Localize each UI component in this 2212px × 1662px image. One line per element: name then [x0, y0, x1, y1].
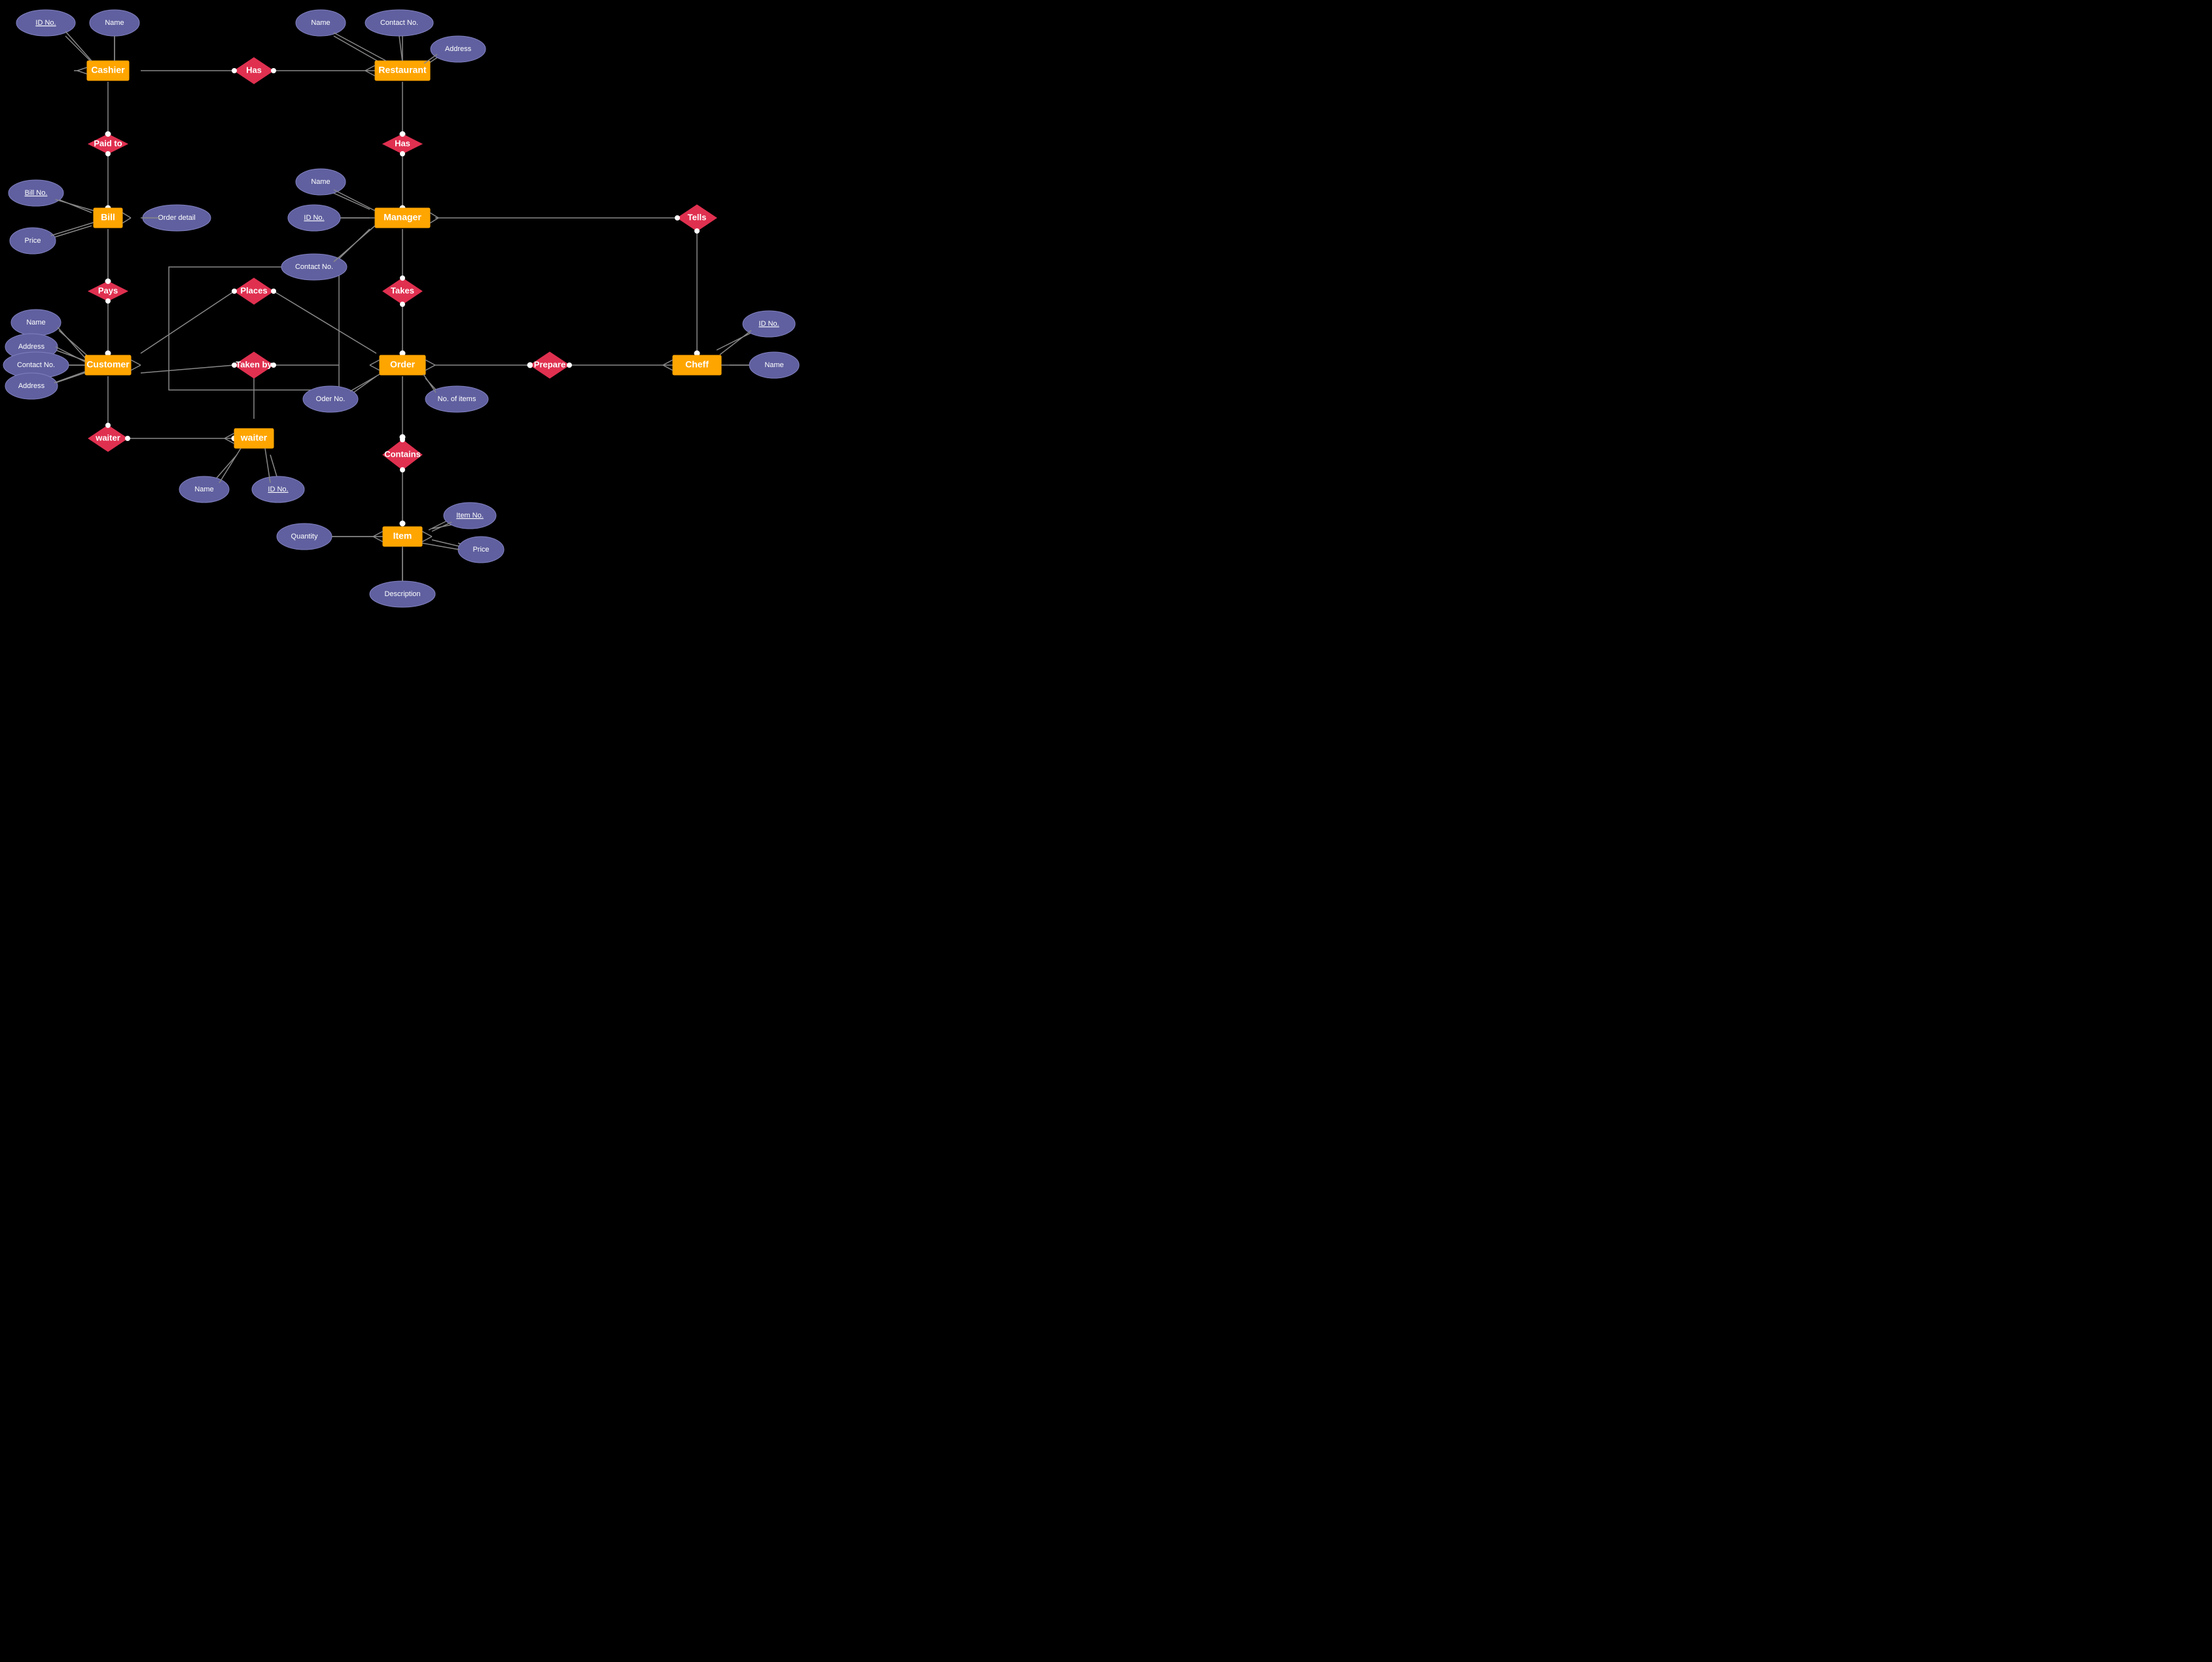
customer-name-label: Name: [26, 319, 45, 327]
contains-label: Contains: [384, 449, 421, 459]
customer-entity: Customer: [85, 355, 141, 375]
cashier-name-attr: Name: [90, 10, 139, 36]
item-description-label: Description: [384, 590, 420, 598]
pays-relation: Pays: [88, 279, 128, 304]
customer-address1-label: Address: [18, 343, 45, 351]
customer-name-attr: Name: [11, 309, 61, 336]
waiter-name-attr: Name: [179, 476, 229, 503]
manager-idno-label: ID No.: [304, 214, 324, 222]
cheff-idno-attr: ID No.: [743, 311, 795, 337]
cheff-label: Cheff: [685, 359, 709, 370]
restaurant-address-attr: Address: [431, 36, 486, 62]
takenby-relation: Taken by: [232, 352, 276, 378]
order-label: Order: [390, 359, 416, 370]
manager-label: Manager: [384, 212, 421, 222]
restaurant-label: Restaurant: [378, 65, 426, 75]
tells-relation: Tells: [675, 205, 717, 234]
customer-address2-label: Address: [18, 382, 45, 390]
tells-label: Tells: [688, 212, 707, 222]
bill-entity: Bill: [94, 208, 131, 228]
cashier-idno-label: ID No.: [35, 19, 56, 27]
paidto-label: Paid to: [94, 138, 122, 148]
takes-label: Takes: [391, 285, 414, 295]
prepare-relation: Prepare: [527, 352, 572, 378]
bill-billno-attr: Bill No.: [9, 180, 63, 206]
prepare-label: Prepare: [534, 359, 565, 369]
cashier-entity: Cashier: [74, 61, 129, 80]
cheff-idno-label: ID No.: [758, 320, 779, 328]
waiter-entity-label: waiter: [240, 433, 268, 443]
bill-label: Bill: [101, 212, 115, 222]
waiter-idno-attr: ID No.: [252, 476, 304, 503]
takenby-label: Taken by: [236, 359, 272, 369]
item-quantity-label: Quantity: [291, 533, 318, 540]
has1-label: Has: [246, 65, 262, 75]
item-description-attr: Description: [370, 581, 435, 607]
waiter-idno-label: ID No.: [268, 486, 288, 493]
takes-relation: Takes: [383, 275, 422, 307]
order-noofitems-label: No. of items: [438, 395, 476, 403]
manager-entity: Manager: [375, 208, 438, 228]
customer-label: Customer: [86, 359, 130, 370]
item-itemno-label: Item No.: [456, 512, 484, 520]
manager-idno-attr: ID No.: [288, 205, 340, 231]
cheff-name-label: Name: [764, 361, 783, 369]
item-label: Item: [393, 531, 412, 541]
has2-relation: Has: [383, 132, 422, 156]
customer-contactno-label: Contact No.: [17, 361, 55, 369]
order-entity: Order: [370, 355, 435, 375]
contains-relation: Contains: [383, 437, 422, 472]
order-noofitems-attr: No. of items: [425, 386, 488, 412]
restaurant-contactno-label: Contact No.: [380, 19, 418, 27]
item-price-attr: Price: [458, 537, 504, 563]
manager-contactno-attr: Contact No.: [281, 254, 347, 280]
item-quantity-attr: Quantity: [277, 523, 332, 550]
cashier-name-label: Name: [105, 19, 124, 27]
bill-orderdetail-label: Order detail: [158, 214, 195, 222]
places-relation: Places: [232, 278, 276, 304]
waiter-name-label: Name: [194, 486, 213, 493]
restaurant-contactno-attr: Contact No.: [365, 10, 433, 36]
places-label: Places: [240, 285, 267, 295]
manager-name-label: Name: [311, 178, 330, 186]
order-oderno-label: Oder No.: [316, 395, 346, 403]
cashier-label: Cashier: [91, 65, 125, 75]
paidto-relation: Paid to: [88, 132, 128, 156]
pays-label: Pays: [98, 285, 118, 295]
manager-name-attr: Name: [296, 169, 346, 195]
bill-billno-label: Bill No.: [25, 189, 48, 197]
waiter-relation: waiter: [88, 423, 130, 451]
waiter-rel-label: waiter: [95, 433, 120, 442]
restaurant-entity: Restaurant: [365, 61, 430, 80]
restaurant-name-attr: Name: [296, 10, 346, 36]
bill-price-attr: Price: [10, 228, 56, 254]
bill-price-label: Price: [24, 237, 41, 245]
item-itemno-attr: Item No.: [444, 503, 496, 529]
restaurant-name-label: Name: [311, 19, 330, 27]
has1-relation: Has: [232, 58, 276, 84]
manager-contactno-label: Contact No.: [295, 263, 333, 271]
item-price-label: Price: [473, 546, 489, 554]
has2-label: Has: [395, 138, 410, 148]
customer-address2-attr: Address: [5, 373, 58, 399]
cheff-name-attr: Name: [749, 352, 799, 378]
restaurant-address-label: Address: [445, 45, 472, 53]
order-oderno-attr: Oder No.: [303, 386, 358, 412]
